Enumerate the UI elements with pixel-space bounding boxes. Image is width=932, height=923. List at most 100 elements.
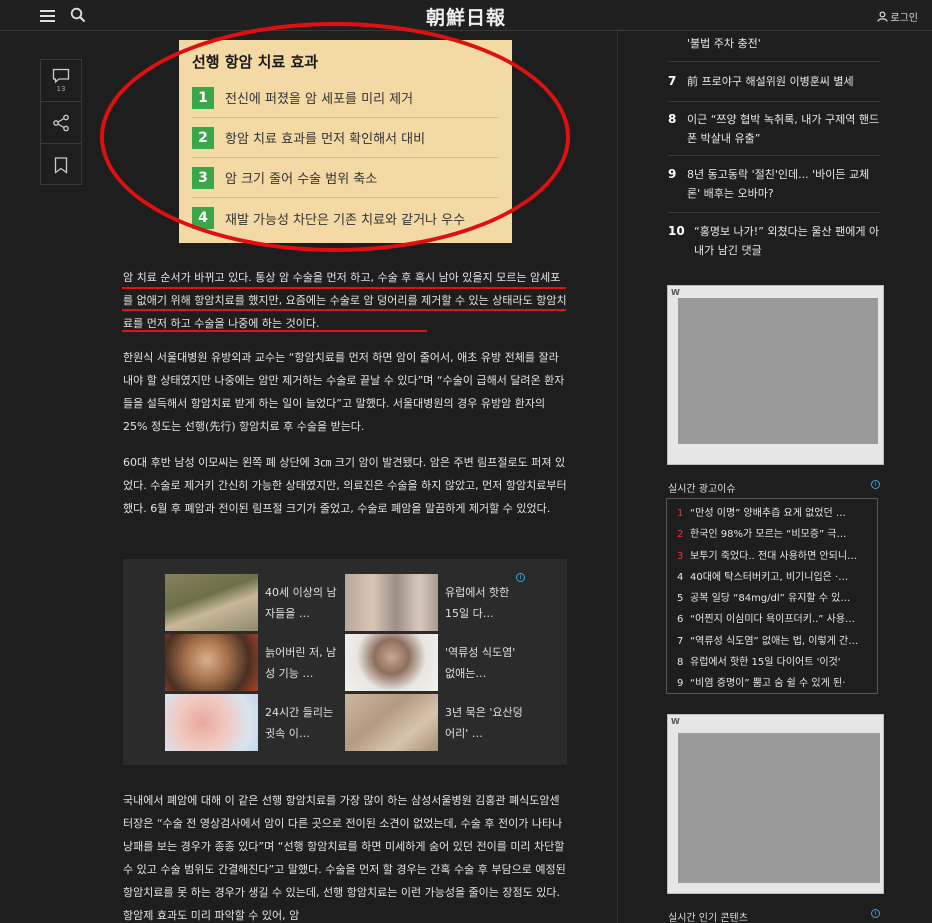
underline-annotation: [122, 309, 566, 311]
ad-thumbnail: [165, 694, 258, 751]
live-issue-number: 3: [677, 550, 684, 562]
ranking-item[interactable]: 7 前 프로야구 해설위원 이병훈씨 별세: [668, 72, 880, 102]
ad-text: 늙어버린 저, 남성 기능 …: [265, 646, 337, 680]
sidebar-ad[interactable]: W: [667, 285, 884, 465]
info-icon[interactable]: i: [871, 480, 880, 489]
share-icon: [53, 114, 69, 131]
login-link[interactable]: 로그인: [877, 9, 918, 24]
info-item-text: 재발 가능성 차단은 기존 치료와 같거나 우수: [225, 212, 466, 228]
ad-image-placeholder: [678, 733, 880, 883]
live-issue-number: 1: [677, 508, 684, 519]
live-issue-item[interactable]: 4 40대에 탁스터버키고, 비기니입은 ·…: [677, 567, 877, 588]
info-item-number: 2: [192, 126, 214, 149]
ad-text: 40세 이상의 남자들을 …: [265, 586, 337, 620]
live-issue-item[interactable]: 1 “만성 이명” 양배추즙 요게 없었던 …: [677, 503, 877, 524]
underline-annotation: [122, 330, 427, 332]
ranking-number: 10: [668, 224, 685, 238]
ad-text: 유럽에서 핫한 15일 다…: [445, 586, 510, 620]
ad-grid: i 40세 이상의 남자들을 … 유럽에서 핫한 15일 다… 늙어버린 저, …: [123, 559, 567, 765]
ad-item[interactable]: 3년 묵은 '요산덩어리' …: [345, 694, 525, 751]
live-issue-item[interactable]: 3 보투기 죽었다.. 전대 사용하면 안되니…: [677, 546, 877, 567]
info-item: 2 항암 치료 효과를 먼저 확인해서 대비: [192, 118, 499, 158]
info-item-number: 4: [192, 207, 214, 229]
ranking-number: 8: [668, 112, 677, 126]
site-header: 朝鮮日報 로그인: [0, 0, 932, 31]
ranking-title: 8년 동고동락 '절친'인데... '바이든 교체론' 배후는 오바마?: [687, 168, 870, 200]
info-item-number: 3: [192, 166, 214, 189]
ad-item[interactable]: 24시간 들리는 귓속 이…: [165, 694, 345, 751]
ad-thumbnail: [345, 634, 438, 691]
ranking-title: '불법 주차 충전': [687, 37, 761, 50]
ad-item[interactable]: 40세 이상의 남자들을 …: [165, 574, 345, 631]
ranking-title: 前 프로야구 해설위원 이병훈씨 별세: [687, 75, 854, 88]
info-item-text: 암 크기 줄어 수술 범위 축소: [225, 172, 378, 187]
ad-item[interactable]: 늙어버린 저, 남성 기능 …: [165, 634, 345, 691]
ranking-number: 9: [668, 167, 677, 181]
live-issue-item[interactable]: 8 유럽에서 핫한 15일 다이어트 '이것': [677, 652, 877, 673]
live-issue-heading: 실시간 광고이슈: [668, 484, 736, 495]
info-item-number: 1: [192, 86, 214, 109]
live-issue-text: 공복 일당 “84mg/dl” 유지할 수 있…: [690, 593, 851, 605]
live-issue-text: “만성 이명” 양배추즙 요게 없었던 …: [690, 508, 846, 519]
live-issue-text: 한국인 98%가 모르는 “비모증” 극…: [690, 529, 847, 541]
live-issue-number: 6: [677, 614, 684, 626]
live-issue-item[interactable]: 2 한국인 98%가 모르는 “비모증” 극…: [677, 524, 877, 545]
site-logo[interactable]: 朝鮮日報: [0, 3, 932, 30]
article-paragraph: 60대 후반 남성 이모씨는 왼쪽 폐 상단에 3㎝ 크기 암이 발견됐다. 암…: [123, 456, 567, 515]
live-issue-text: 유럽에서 핫한 15일 다이어트 '이것': [690, 657, 841, 669]
popular-heading: 실시간 인기 콘텐츠: [668, 913, 748, 923]
section-heading: 실시간 광고이슈 i: [668, 480, 880, 495]
ad-text: 24시간 들리는 귓속 이…: [265, 706, 334, 740]
ranking-number: 7: [668, 74, 677, 88]
ad-badge: W: [671, 717, 680, 726]
bookmark-icon: [54, 156, 68, 174]
live-issue-number: 8: [677, 657, 684, 669]
column-divider: [617, 31, 618, 923]
underline-annotation: [122, 287, 566, 289]
live-issue-number: 5: [677, 593, 684, 605]
live-issue-item[interactable]: 6 “어찐지 이심미다 욕이프더키..” 사용…: [677, 609, 877, 630]
comment-button[interactable]: 13: [41, 60, 81, 102]
login-label: 로그인: [890, 13, 918, 24]
comment-icon: [52, 68, 70, 84]
live-issue-item[interactable]: 5 공복 일당 “84mg/dl” 유지할 수 있…: [677, 588, 877, 609]
ad-badge: W: [671, 288, 680, 297]
live-issue-number: 7: [677, 635, 684, 647]
live-issue-item[interactable]: 9 “비염 증명이” 뿜고 숨 쉴 수 있게 된·: [677, 673, 877, 694]
live-issue-text: “비염 증명이” 뿜고 숨 쉴 수 있게 된·: [690, 678, 846, 690]
ranking-item[interactable]: 8 이근 “쯔양 협박 녹취록, 내가 구제역 핸드폰 박살내 유출”: [668, 110, 880, 156]
live-issue-text: 보투기 죽었다.. 전대 사용하면 안되니…: [690, 550, 858, 562]
bookmark-button[interactable]: [41, 144, 81, 186]
section-heading: 실시간 인기 콘텐츠 i: [668, 909, 880, 923]
info-item-text: 항암 치료 효과를 먼저 확인해서 대비: [225, 132, 426, 147]
ranking-item[interactable]: 9 8년 동고동락 '절친'인데... '바이든 교체론' 배후는 오바마?: [668, 165, 880, 213]
ad-item[interactable]: 유럽에서 핫한 15일 다…: [345, 574, 525, 631]
ad-text: '역류성 식도염' 없애는…: [445, 646, 516, 680]
info-box: 선행 항암 치료 효과 1 전신에 퍼졌을 암 세포를 미리 제거 2 항암 치료 …: [179, 40, 512, 243]
info-item: 1 전신에 퍼졌을 암 세포를 미리 제거: [192, 78, 499, 118]
live-issue-item[interactable]: 7 “역류성 식도염” 없애는 법, 이렇게 간…: [677, 631, 877, 652]
ad-image-placeholder: [678, 298, 878, 444]
live-issue-text: “어찐지 이심미다 욕이프더키..” 사용…: [690, 614, 856, 626]
ad-thumbnail: [345, 694, 438, 751]
ad-item[interactable]: '역류성 식도염' 없애는…: [345, 634, 525, 691]
ranking-item[interactable]: 10 “홍명보 나가!” 외쳤다는 울산 팬에게 아내가 남긴 댓글: [668, 222, 880, 266]
comment-count: 13: [56, 85, 66, 93]
article-paragraph: 국내에서 폐암에 대해 이 같은 선행 항암치료를 가장 많이 하는 삼성서울병…: [123, 794, 566, 922]
ad-thumbnail: [165, 634, 258, 691]
live-issue-number: 2: [677, 529, 684, 541]
share-button[interactable]: [41, 102, 81, 144]
info-icon[interactable]: i: [871, 909, 880, 918]
live-issue-number: 4: [677, 571, 684, 583]
live-issue-list: 1 “만성 이명” 양배추즙 요게 없었던 … 2 한국인 98%가 모르는 “비모…: [666, 498, 878, 694]
live-issue-text: “역류성 식도염” 없애는 법, 이렇게 간…: [690, 635, 859, 647]
ranking-item[interactable]: '불법 주차 충전': [668, 34, 880, 62]
ranking-title: “홍명보 나가!” 외쳤다는 울산 팬에게 아내가 남긴 댓글: [694, 225, 880, 257]
share-toolbar: 13: [40, 59, 82, 185]
info-box-title: 선행 항암 치료 효과: [192, 53, 319, 71]
ad-thumbnail: [345, 574, 438, 631]
sidebar-ad[interactable]: W: [667, 714, 884, 894]
ad-text: 3년 묵은 '요산덩어리' …: [445, 706, 523, 740]
ad-thumbnail: [165, 574, 258, 631]
live-issue-number: 9: [677, 678, 684, 690]
